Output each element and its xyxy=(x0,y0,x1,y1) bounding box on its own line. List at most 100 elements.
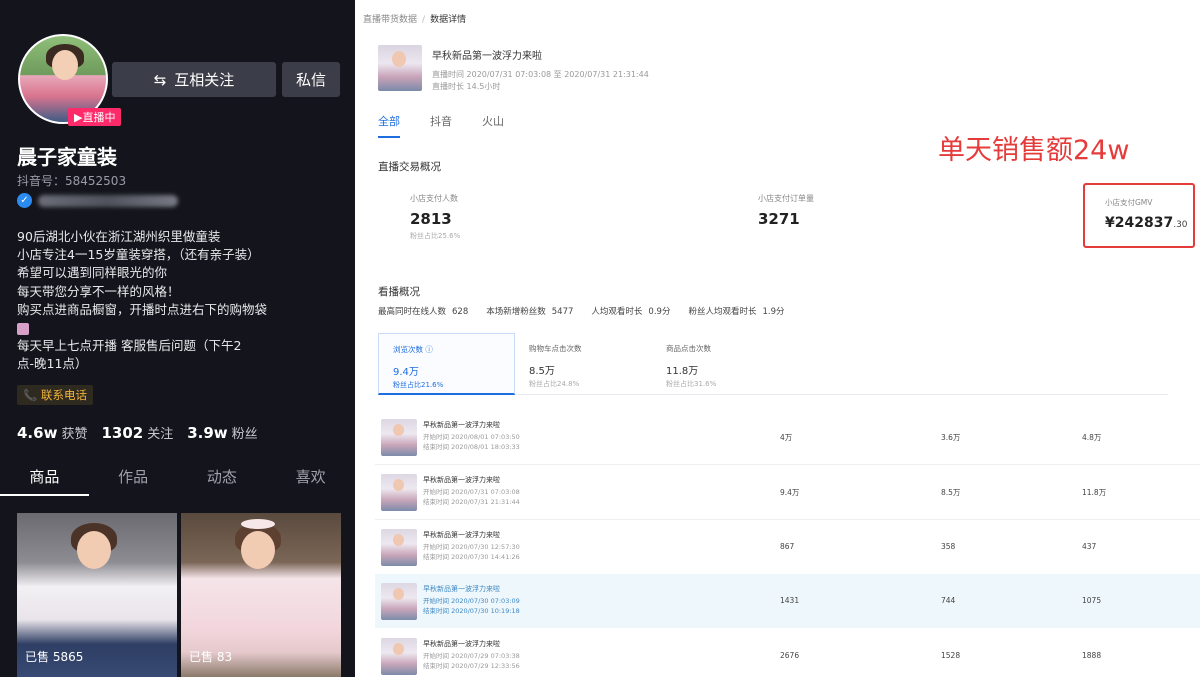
row-views: 867 xyxy=(780,542,795,551)
bio-line: 希望可以遇到同样眼光的你 xyxy=(17,265,168,281)
tab-products[interactable]: 商品 xyxy=(0,462,89,496)
mutual-follow-button[interactable]: ⇆ 互相关注 xyxy=(112,62,276,97)
metric-label: 购物车点击次数 xyxy=(529,344,582,353)
gmv-label: 小店支付GMV xyxy=(1105,198,1153,207)
likes-count: 4.6w xyxy=(17,424,58,442)
live-cover-thumbnail xyxy=(378,45,422,91)
bio-line: 每天带您分享不一样的风格！ xyxy=(17,283,180,299)
metric-card-product-clicks[interactable]: 商品点击次数 11.8万 粉丝占比31.6% xyxy=(652,333,789,395)
kpi-value: 2813 xyxy=(410,210,452,228)
breadcrumb-current: 数据详情 xyxy=(430,15,467,25)
breadcrumb-link[interactable]: 直播带货数据 xyxy=(363,15,417,25)
thumbnail-face xyxy=(392,51,406,67)
metric-card-views[interactable]: 浏览次数 ⓘ 9.4万 粉丝占比21.6% xyxy=(378,333,515,395)
sold-count: 已售 5865 xyxy=(25,650,84,664)
row-end: 结束时间 2020/08/01 18:03:33 xyxy=(423,443,520,451)
sales-annotation: 单天销售额24w xyxy=(938,135,1130,166)
bio-line: 点-晚11点） xyxy=(17,356,88,372)
kpi-orders: 小店支付订单量 3271 xyxy=(758,193,814,228)
watch-stat: 最高同时在线人数 628 xyxy=(378,305,468,317)
row-thumbnail xyxy=(381,583,417,620)
row-times: 开始时间 2020/08/01 07:03:50 结束时间 2020/08/01 … xyxy=(423,432,520,452)
row-cart-clicks: 3.6万 xyxy=(941,433,961,442)
following-count: 1302 xyxy=(101,424,144,442)
gmv-value: ¥242837.30 xyxy=(1105,215,1188,231)
table-row[interactable]: 早秋新品第一波浮力来啦 开始时间 2020/07/30 12:57:30 结束时间… xyxy=(375,520,1200,574)
breadcrumb: 直播带货数据 / 数据详情 xyxy=(363,12,466,25)
trade-overview-title: 直播交易概况 xyxy=(378,161,441,173)
message-button[interactable]: 私信 xyxy=(282,62,340,97)
live-data-dashboard: 直播带货数据 / 数据详情 早秋新品第一波浮力来啦 直播时间 2020/07/31 … xyxy=(355,0,1200,677)
row-thumbnail xyxy=(381,419,417,456)
live-badge[interactable]: ▶直播中 xyxy=(68,108,122,126)
profile-nickname: 晨子家童装 xyxy=(17,145,117,169)
tab-all[interactable]: 全部 xyxy=(378,113,400,138)
blurred-text xyxy=(38,194,178,207)
tab-likes[interactable]: 喜欢 xyxy=(266,462,355,496)
row-title: 早秋新品第一波浮力来啦 xyxy=(423,421,500,429)
watch-stats-row: 最高同时在线人数 628 本场新增粉丝数 5477 人均观看时长 0.9分 粉丝人均观… xyxy=(378,305,785,317)
following-stat[interactable]: 1302 关注 xyxy=(101,423,173,442)
row-title: 早秋新品第一波浮力来啦 xyxy=(423,585,500,593)
live-info: 早秋新品第一波浮力来啦 直播时间 2020/07/31 07:03:08 至 2… xyxy=(432,45,649,93)
row-times: 开始时间 2020/07/30 07:03:09 结束时间 2020/07/30 … xyxy=(423,596,520,616)
platform-tabs: 全部 抖音 火山 xyxy=(378,113,504,138)
tab-douyin[interactable]: 抖音 xyxy=(430,113,452,138)
breadcrumb-separator: / xyxy=(422,15,426,25)
row-times: 开始时间 2020/07/30 12:57:30 结束时间 2020/07/30 … xyxy=(423,542,520,562)
avatar-face xyxy=(52,50,78,80)
row-product-clicks: 11.8万 xyxy=(1082,488,1107,497)
following-label: 关注 xyxy=(147,427,174,442)
metric-value: 11.8万 xyxy=(666,366,699,377)
row-cart-clicks: 358 xyxy=(941,542,956,551)
metric-card-cart-clicks[interactable]: 购物车点击次数 8.5万 粉丝占比24.8% xyxy=(515,333,652,395)
tab-huoshan[interactable]: 火山 xyxy=(482,113,504,138)
product-photo-hat xyxy=(241,519,275,529)
row-end: 结束时间 2020/07/29 12:33:56 xyxy=(423,662,520,670)
mutual-follow-label: 互相关注 xyxy=(174,71,235,89)
row-end: 结束时间 2020/07/31 21:31:44 xyxy=(423,498,520,506)
watch-stat-label: 粉丝人均观看时长 xyxy=(688,307,757,317)
row-thumbnail xyxy=(381,474,417,511)
likes-label: 获赞 xyxy=(61,427,88,442)
gmv-decimals: .30 xyxy=(1173,220,1188,230)
product-photo-face xyxy=(241,531,275,569)
row-cart-clicks: 1528 xyxy=(941,651,961,660)
live-duration: 直播时长 14.5小时 xyxy=(432,82,501,91)
douyin-id: 抖音号：58452503 xyxy=(17,174,127,188)
watch-stat: 粉丝人均观看时长 1.9分 xyxy=(688,305,784,317)
row-start: 开始时间 2020/07/30 07:03:09 xyxy=(423,597,520,605)
product-card[interactable]: 已售 5865 xyxy=(17,513,177,677)
row-start: 开始时间 2020/07/31 07:03:08 xyxy=(423,488,520,496)
product-card[interactable]: 已售 83 xyxy=(181,513,341,677)
metric-label: 浏览次数 ⓘ xyxy=(393,345,433,354)
table-row[interactable]: 早秋新品第一波浮力来啦 开始时间 2020/08/01 07:03:50 结束时间… xyxy=(375,410,1200,464)
row-title: 早秋新品第一波浮力来啦 xyxy=(423,531,500,539)
watch-overview-title: 看播概况 xyxy=(378,286,420,298)
metric-value: 9.4万 xyxy=(393,367,419,378)
table-row[interactable]: 早秋新品第一波浮力来啦 开始时间 2020/07/29 07:03:38 结束时间… xyxy=(375,629,1200,677)
bio-emoji-line xyxy=(17,319,342,337)
tab-works[interactable]: 作品 xyxy=(89,462,178,496)
verification-row: ✓ xyxy=(17,193,178,208)
row-product-clicks: 1888 xyxy=(1082,651,1102,660)
watch-stat-label: 人均观看时长 xyxy=(591,307,643,317)
likes-stat[interactable]: 4.6w 获赞 xyxy=(17,423,87,442)
watch-stat-label: 本场新增粉丝数 xyxy=(486,307,546,317)
metric-sub: 粉丝占比21.6% xyxy=(393,381,444,389)
tab-updates[interactable]: 动态 xyxy=(178,462,267,496)
followers-stat[interactable]: 3.9w 粉丝 xyxy=(187,423,257,442)
bio-line: 每天早上七点开播 客服售后问题（下午2 xyxy=(17,338,242,354)
douyin-profile-panel: ▶直播中 ⇆ 互相关注 私信 晨子家童装 抖音号：58452503 ✓ 90后湖… xyxy=(0,0,355,677)
row-product-clicks: 437 xyxy=(1082,542,1097,551)
metric-value: 8.5万 xyxy=(529,366,555,377)
kpi-sub: 粉丝占比25.6% xyxy=(410,232,461,240)
kpi-value: 3271 xyxy=(758,210,800,228)
kpi-label: 小店支付人数 xyxy=(410,194,458,203)
table-row[interactable]: 早秋新品第一波浮力来啦 开始时间 2020/07/31 07:03:08 结束时间… xyxy=(375,465,1200,519)
contact-phone-button[interactable]: 📞 联系电话 xyxy=(17,385,93,405)
screenshot: { "profile": { "live_badge": "▶直播中", "fo… xyxy=(0,0,1200,677)
table-row[interactable]: 早秋新品第一波浮力来啦 开始时间 2020/07/30 07:03:09 结束时间… xyxy=(375,574,1200,628)
watch-stat: 人均观看时长 0.9分 xyxy=(591,305,670,317)
followers-count: 3.9w xyxy=(187,424,228,442)
